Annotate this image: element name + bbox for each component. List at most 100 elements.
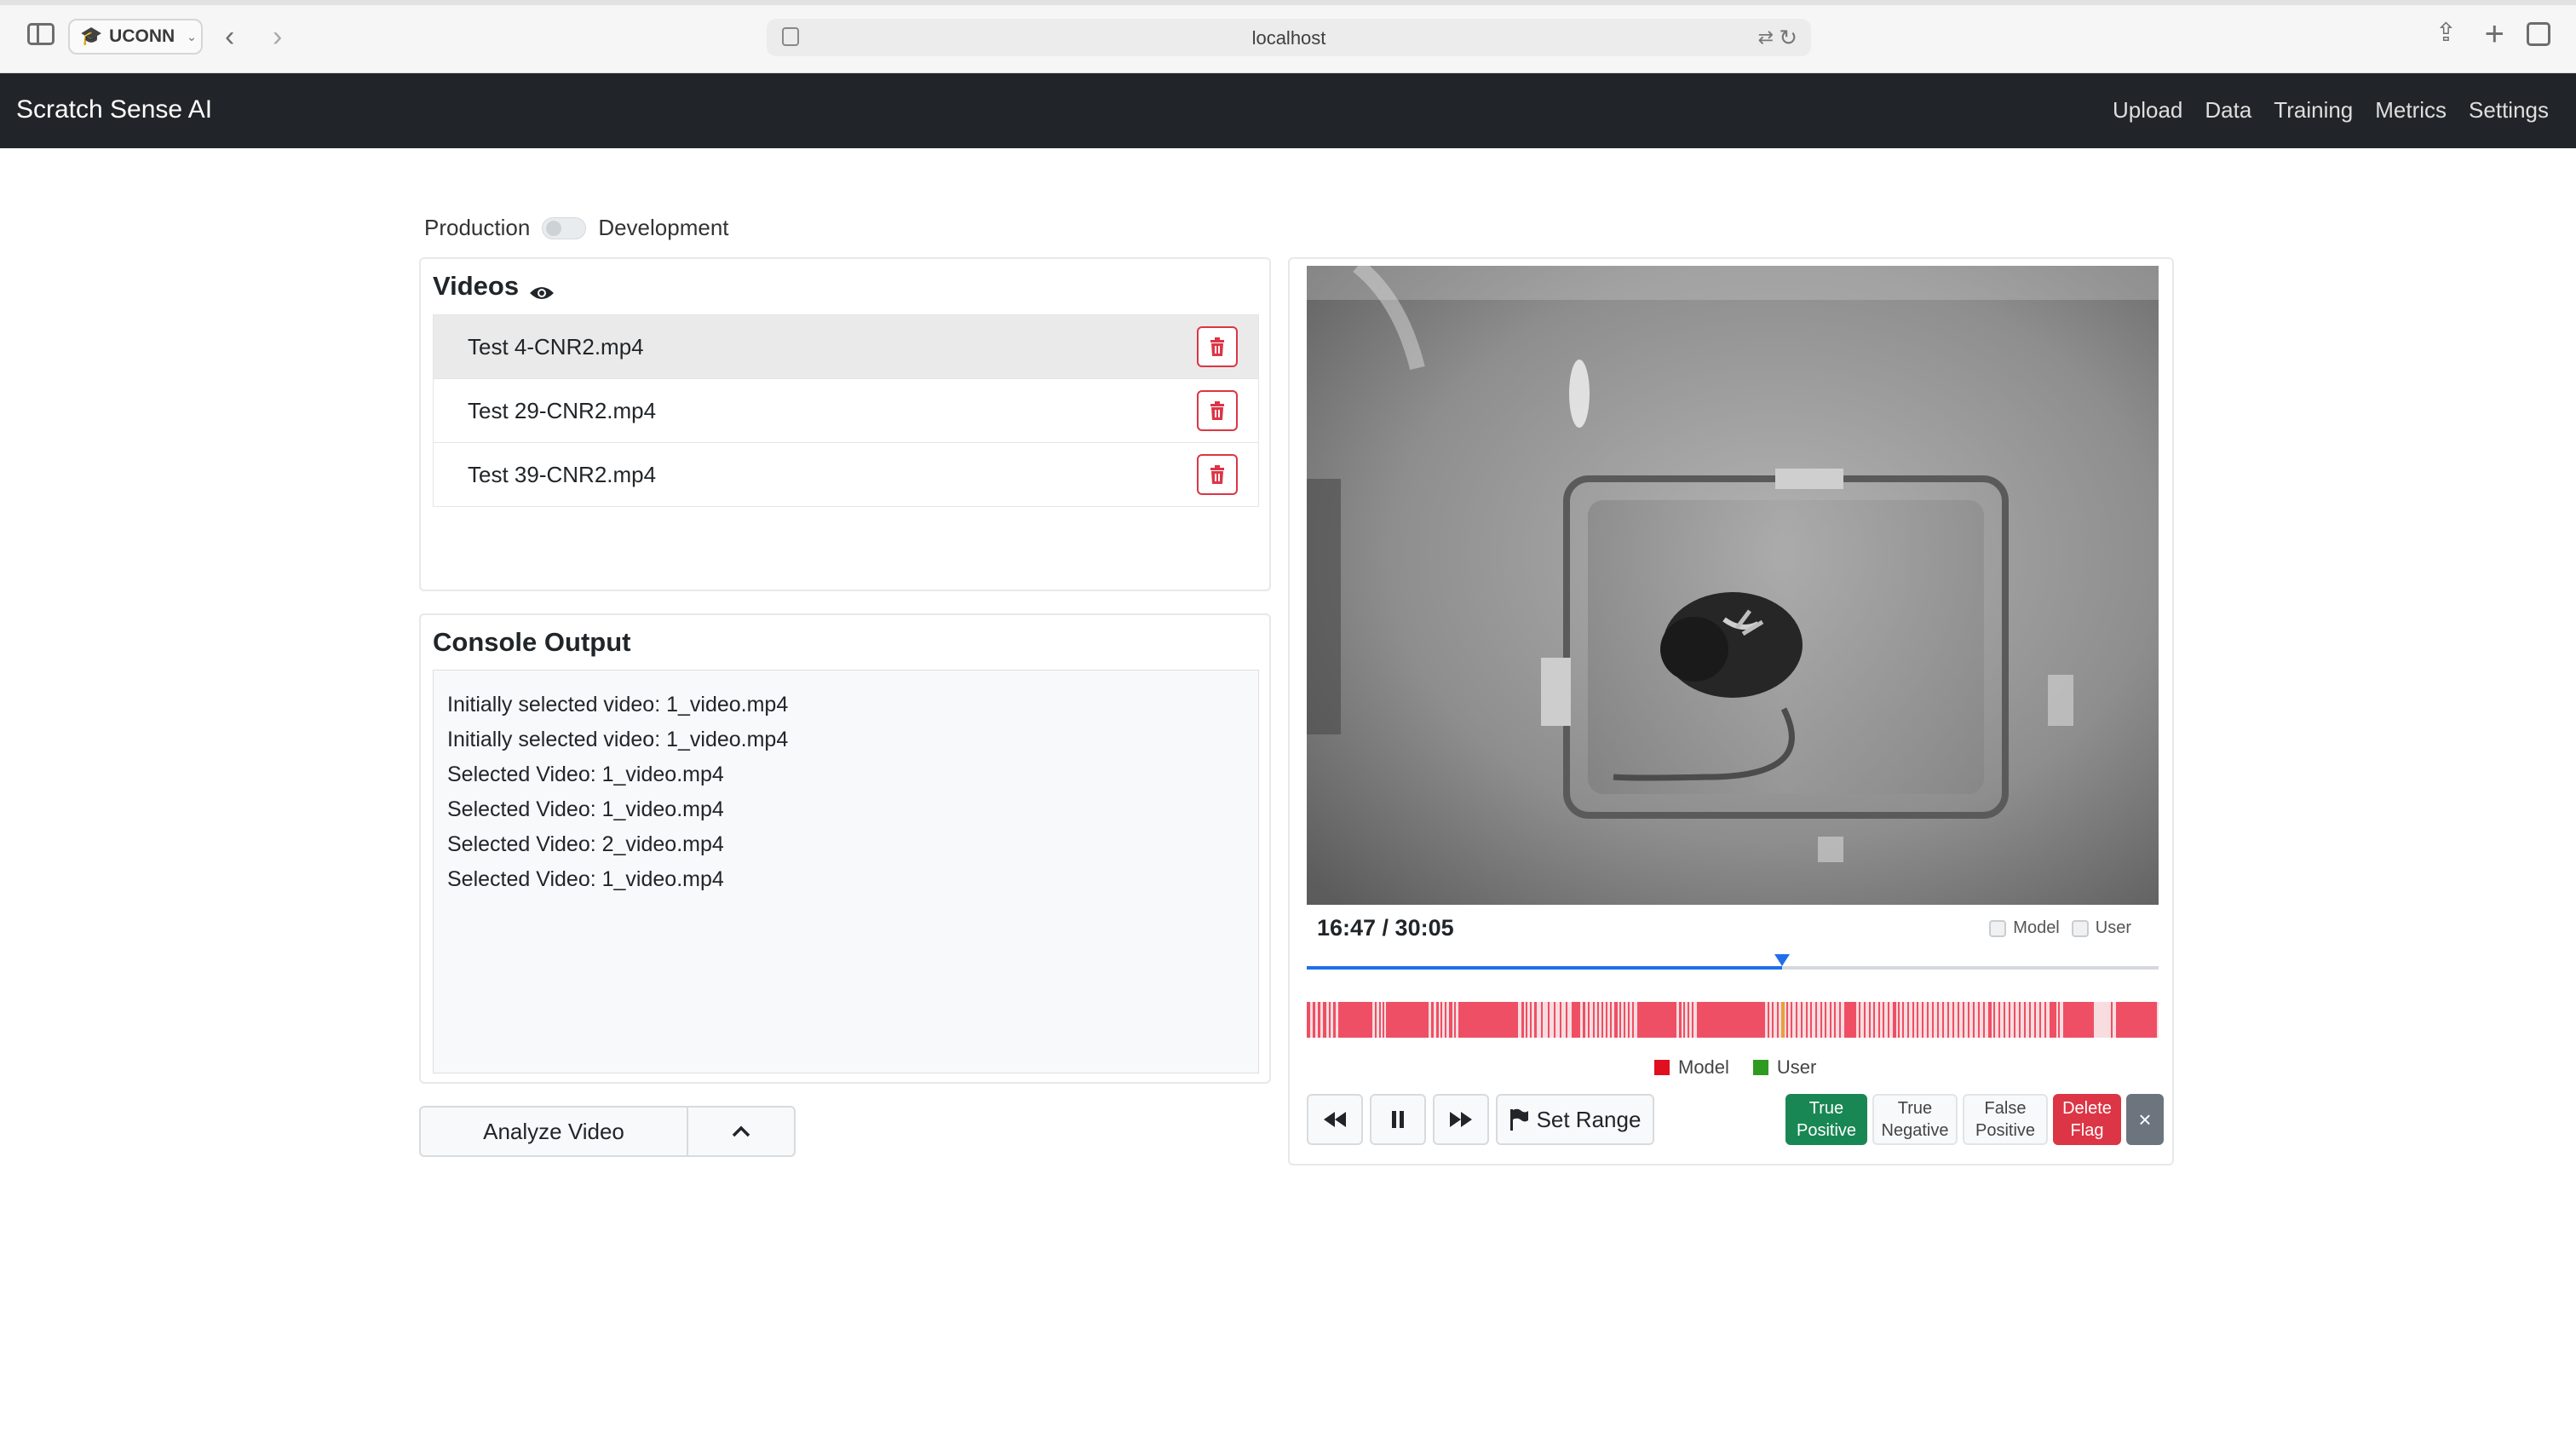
player-card: 16:47 / 30:05 Model User Model User Set … — [1288, 257, 2174, 1165]
video-frame-image — [1307, 266, 2159, 905]
timeline-segment — [1449, 1002, 1452, 1038]
set-range-button[interactable]: Set Range — [1496, 1094, 1654, 1145]
sidebar-toggle-icon[interactable] — [27, 23, 55, 45]
console-line: Selected Video: 1_video.mp4 — [447, 867, 724, 891]
timeline-segment — [1820, 1002, 1822, 1038]
reload-icon[interactable]: ↻ — [1779, 25, 1797, 51]
video-list-item[interactable]: Test 39-CNR2.mp4 — [433, 442, 1259, 507]
delete-video-button[interactable] — [1197, 390, 1238, 431]
timeline-segment — [1796, 1002, 1797, 1038]
timeline-segment — [1548, 1002, 1550, 1038]
false-positive-button[interactable]: False Positive — [1963, 1094, 2048, 1145]
timeline-segment — [1893, 1002, 1896, 1038]
timeline-segment — [1942, 1002, 1944, 1038]
detection-timeline[interactable] — [1307, 1002, 2159, 1038]
forward-arrow-icon[interactable]: › — [273, 22, 282, 51]
timeline-segment — [1806, 1002, 1808, 1038]
timeline-segment — [1839, 1002, 1841, 1038]
timeline-segment — [1606, 1002, 1607, 1038]
timeline-segment — [1777, 1002, 1779, 1038]
delete-video-button[interactable] — [1197, 454, 1238, 495]
video-name: Test 4-CNR2.mp4 — [468, 333, 644, 360]
timeline-segment — [1688, 1002, 1689, 1038]
timeline-segment — [1526, 1002, 1527, 1038]
timeline-segment — [1927, 1002, 1929, 1038]
nav-link-data[interactable]: Data — [2205, 97, 2251, 124]
nav-link-upload[interactable]: Upload — [2113, 97, 2182, 124]
video-player[interactable] — [1307, 266, 2159, 905]
timeline-segment — [1614, 1002, 1618, 1038]
timeline-segment — [1898, 1002, 1900, 1038]
brand-title[interactable]: Scratch Sense AI — [16, 95, 212, 124]
console-output[interactable]: Initially selected video: 1_video.mp4 In… — [433, 670, 1259, 1073]
videos-card: Videos Test 4-CNR2.mp4 Test 29-CNR2.mp4 … — [419, 257, 1271, 591]
address-bar[interactable]: localhost ⇄ ↻ — [767, 19, 1811, 56]
fast-forward-button[interactable] — [1433, 1094, 1489, 1145]
timeline-segment — [1983, 1002, 1985, 1038]
true-positive-button[interactable]: True Positive — [1785, 1094, 1867, 1145]
rewind-button[interactable] — [1307, 1094, 1363, 1145]
back-arrow-icon[interactable]: ‹ — [225, 22, 234, 51]
share-icon[interactable]: ⇪ — [2435, 20, 2457, 46]
timeline-segment — [1572, 1002, 1580, 1038]
seek-bar[interactable] — [1307, 954, 2159, 970]
timeline-segment — [1998, 1002, 2000, 1038]
timeline-segment — [1560, 1002, 1561, 1038]
timeline-segment — [1554, 1002, 1555, 1038]
nav-link-settings[interactable]: Settings — [2469, 97, 2549, 124]
timeline-segment — [1768, 1002, 1769, 1038]
timeline-segment — [1440, 1002, 1442, 1038]
timeline-segment — [1619, 1002, 1621, 1038]
timeline-segment — [1637, 1002, 1676, 1038]
timeline-segment — [2111, 1002, 2113, 1038]
nav-links: Upload Data Training Metrics Settings — [2113, 97, 2549, 124]
user-checkbox[interactable] — [2071, 919, 2089, 937]
delete-flag-button[interactable]: Delete Flag — [2053, 1094, 2121, 1145]
eye-icon[interactable] — [529, 278, 555, 299]
timeline-segment — [1530, 1002, 1532, 1038]
timeline-segment — [2044, 1002, 2046, 1038]
true-negative-button[interactable]: True Negative — [1872, 1094, 1958, 1145]
timeline-segment — [1937, 1002, 1939, 1038]
model-checkbox-label: Model — [2013, 918, 2060, 937]
timeline-segment — [1859, 1002, 1860, 1038]
timeline-segment — [1873, 1002, 1875, 1038]
analyze-options-toggle[interactable] — [688, 1106, 796, 1157]
timeline-segment — [1883, 1002, 1884, 1038]
seek-progress — [1307, 966, 1782, 970]
video-list-item[interactable]: Test 4-CNR2.mp4 — [433, 314, 1259, 379]
trash-icon — [1210, 465, 1224, 484]
timeline-segment — [1988, 1002, 1992, 1038]
console-line: Initially selected video: 1_video.mp4 — [447, 728, 789, 751]
timeline-segment — [1338, 1002, 1372, 1038]
timeline-segment — [1978, 1002, 1980, 1038]
timeline-segment — [2024, 1002, 2026, 1038]
translate-icon[interactable]: ⇄ — [1758, 26, 1774, 49]
tab-overview-icon[interactable] — [2527, 22, 2550, 46]
new-tab-icon[interactable]: + — [2485, 17, 2504, 51]
pause-button[interactable] — [1370, 1094, 1426, 1145]
delete-video-button[interactable] — [1197, 326, 1238, 367]
nav-link-metrics[interactable]: Metrics — [2375, 97, 2447, 124]
model-checkbox[interactable] — [1989, 919, 2007, 937]
timeline-current-marker — [1781, 1002, 1785, 1038]
profile-switcher[interactable]: 🎓 UCONN ⌄ — [68, 19, 203, 55]
nav-link-training[interactable]: Training — [2274, 97, 2353, 124]
timeline-segment — [1445, 1002, 1446, 1038]
close-icon[interactable]: × — [2126, 1094, 2164, 1145]
timeline-segment — [1697, 1002, 1765, 1038]
timeline-segment — [1624, 1002, 1625, 1038]
timeline-segment — [1375, 1002, 1377, 1038]
timeline-segment — [1679, 1002, 1682, 1038]
timeline-segment — [1801, 1002, 1803, 1038]
timeline-segment — [1864, 1002, 1866, 1038]
console-line: Selected Video: 1_video.mp4 — [447, 797, 724, 821]
video-list-item[interactable]: Test 29-CNR2.mp4 — [433, 378, 1259, 443]
timeline-segment — [1947, 1002, 1949, 1038]
timeline-segment — [1888, 1002, 1889, 1038]
mode-switch[interactable] — [542, 216, 587, 239]
timeline-segment — [1593, 1002, 1595, 1038]
address-url: localhost — [1251, 27, 1326, 49]
seek-thumb[interactable] — [1774, 954, 1790, 966]
analyze-video-button[interactable]: Analyze Video — [419, 1106, 688, 1157]
